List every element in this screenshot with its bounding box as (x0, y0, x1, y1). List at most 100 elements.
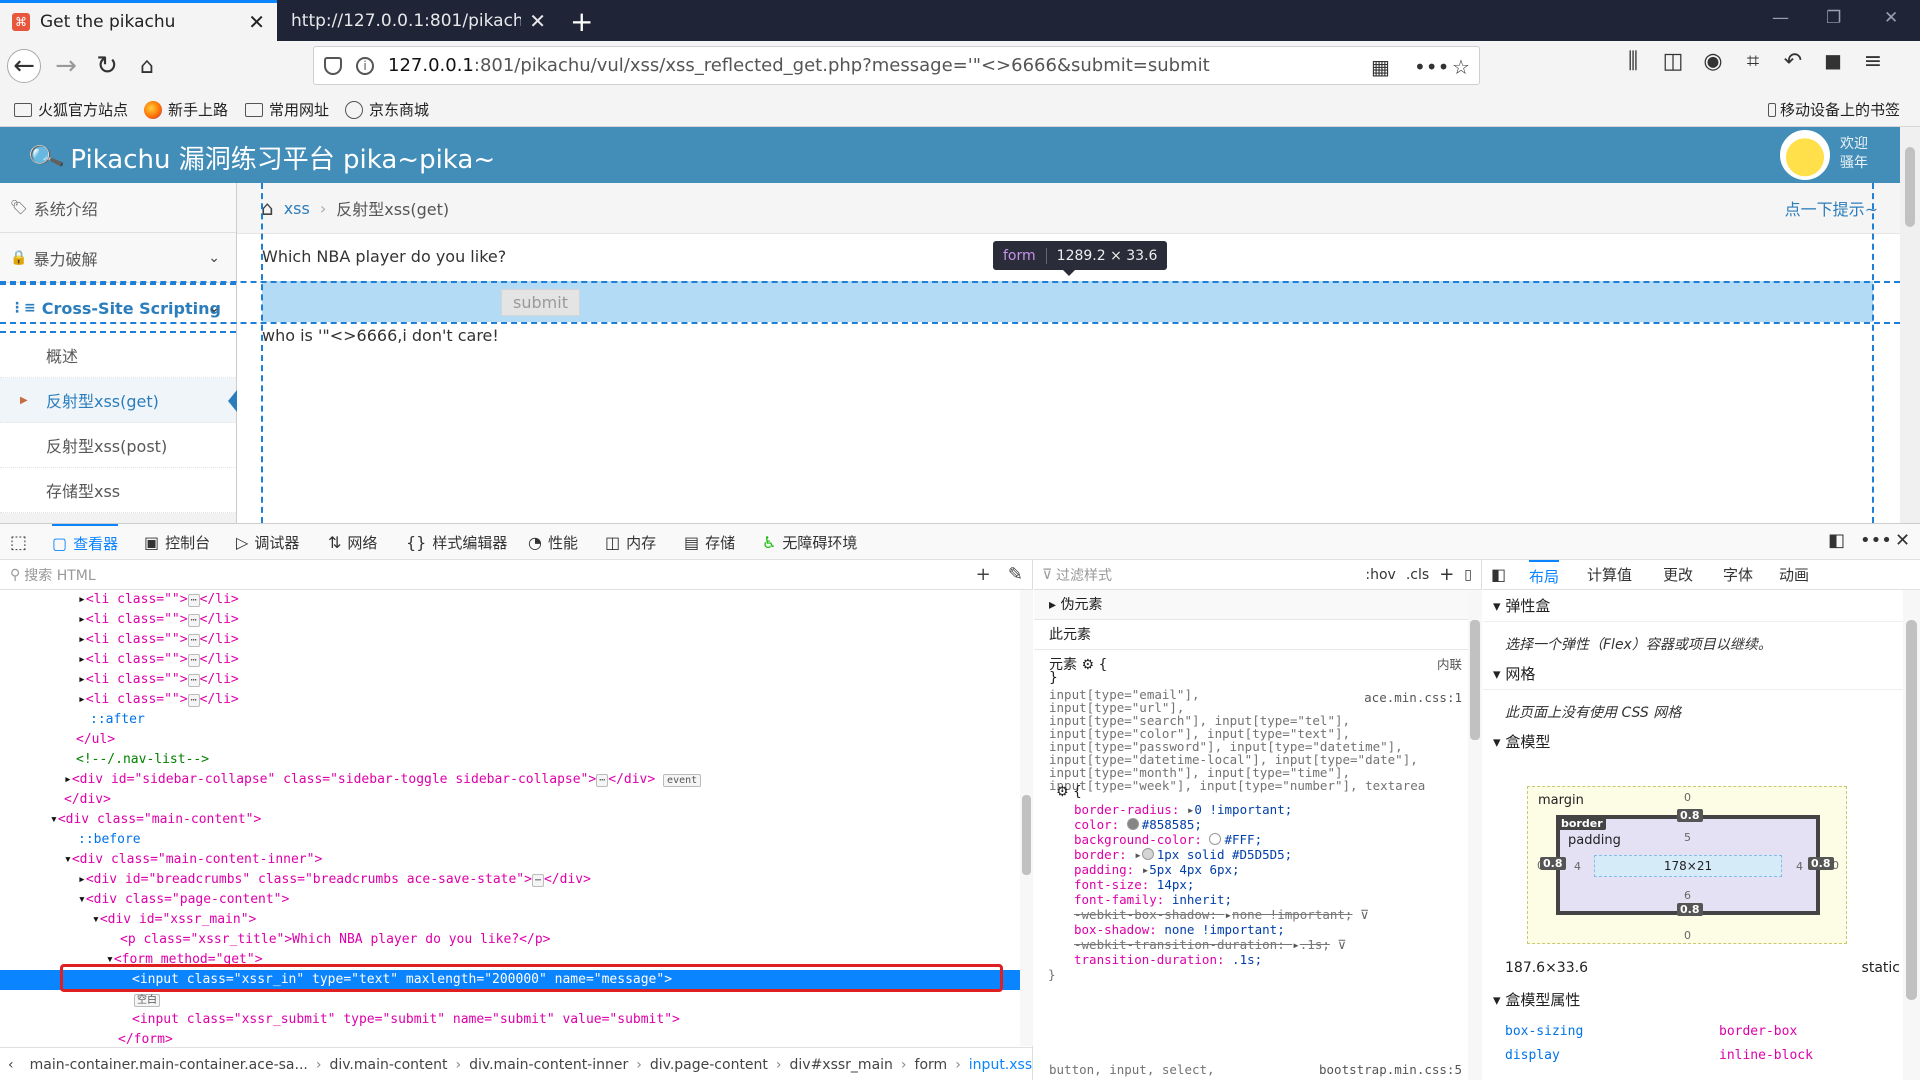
devtools-menu-icon[interactable]: ••• (1860, 530, 1892, 551)
css-declaration[interactable]: background-color: #FFF; (1074, 832, 1262, 847)
padding-top[interactable]: 5 (1684, 831, 1691, 844)
css-declaration[interactable]: font-size: 14px; (1074, 877, 1194, 892)
boxmodel-section[interactable]: ▾ 盒模型 (1483, 726, 1903, 758)
eyedropper-icon[interactable]: ✎ (1008, 564, 1023, 585)
tab-storage[interactable]: ▤ 存储 (684, 524, 735, 560)
scrollbar-thumb[interactable] (1906, 620, 1917, 1000)
page-actions-icon[interactable]: ••• (1414, 47, 1449, 86)
margin-top[interactable]: 0 (1684, 791, 1691, 804)
border-top[interactable]: 0.8 (1677, 809, 1703, 822)
boxmodel-props-section[interactable]: ▾ 盒模型属性 (1483, 984, 1903, 1016)
minimize-icon[interactable]: — (1772, 8, 1789, 28)
css-declaration[interactable]: -webkit-transition-duration: ▸.1s; ⊽ (1074, 937, 1347, 952)
tab-console[interactable]: ▣ 控制台 (144, 524, 210, 560)
sidebar-item-bruteforce[interactable]: 🔒 暴力破解 ⌄ (0, 233, 236, 283)
tree-node[interactable]: ▸<li class=""> ⋯ </li> (78, 650, 239, 670)
margin-bottom[interactable]: 0 (1684, 929, 1691, 942)
bookmark-item[interactable]: 京东商城 (345, 99, 429, 120)
css-value[interactable]: none !important; (1232, 907, 1352, 922)
tree-node[interactable]: <input class="xssr_submit" type="submit"… (132, 1010, 680, 1030)
sidebar-subitem-active[interactable]: ▶ 反射型xss(get) (0, 378, 237, 423)
css-property[interactable]: color: (1074, 817, 1127, 832)
tree-whitespace[interactable]: 空白 (134, 990, 160, 1010)
hint-link[interactable]: 点一下提示~ (1785, 196, 1878, 220)
sidebar-subitem[interactable]: 存储型xss (0, 468, 236, 513)
color-swatch-icon[interactable] (1209, 833, 1222, 845)
css-value[interactable]: 14px; (1157, 877, 1195, 892)
node-crumb[interactable]: div.main-content-inner (469, 1057, 628, 1073)
css-value[interactable]: #FFF; (1224, 832, 1262, 847)
tree-node[interactable]: ▾<div id="xssr_main"> (92, 910, 256, 930)
next-selector[interactable]: button, input, select, (1049, 1062, 1215, 1077)
padding-right[interactable]: 4 (1796, 860, 1803, 873)
filter-icon[interactable]: ⊽ (1352, 907, 1369, 922)
css-declaration[interactable]: color: #858585; (1074, 817, 1202, 832)
node-crumb[interactable]: main-container.main-container.ace-sa... (30, 1057, 308, 1073)
css-property[interactable]: padding: (1074, 862, 1142, 877)
tab-network[interactable]: ⇅ 网络 (328, 524, 377, 560)
tree-node[interactable]: ▸<div id="breadcrumbs" class="breadcrumb… (78, 870, 591, 890)
sidebar-item-intro[interactable]: 🏷 系统介绍 (0, 183, 236, 233)
submit-button[interactable]: submit (501, 289, 580, 316)
tab-debugger[interactable]: ▷ 调试器 (236, 524, 299, 560)
html-search-bar[interactable]: ⚲ 搜索 HTML + ✎ (0, 560, 1033, 590)
gear-icon[interactable]: ⚙ (1081, 657, 1094, 673)
css-declaration[interactable]: padding: ▸5px 4px 6px; (1074, 862, 1240, 877)
tree-node[interactable]: ▸<li class=""> ⋯ </li> (78, 670, 239, 690)
selector-block[interactable]: input[type="email"], input[type="url"], … (1049, 688, 1425, 792)
tab-layout[interactable]: 布局 (1529, 560, 1560, 590)
rules-filter-input[interactable]: 过滤样式 (1056, 565, 1112, 585)
expand-icon[interactable]: ▸ (1292, 937, 1300, 952)
css-declaration[interactable]: font-family: inherit; (1074, 892, 1232, 907)
element-picker-icon[interactable]: ⬚ (10, 524, 27, 560)
expand-icon[interactable]: ▸ (1225, 907, 1233, 922)
bookmark-star-icon[interactable]: ☆ (1452, 47, 1470, 86)
library-icon[interactable]: ⫼ (1620, 49, 1646, 74)
scrollbar-thumb[interactable] (1470, 620, 1480, 740)
site-info-icon[interactable]: i (356, 56, 374, 75)
url-bar[interactable]: i 127.0.0.1:801/pikachu/vul/xss/xss_refl… (313, 46, 1480, 85)
css-value[interactable]: none !important; (1164, 922, 1284, 937)
flexbox-section[interactable]: ▾ 弹性盒 (1483, 590, 1903, 622)
node-crumb[interactable]: div#xssr_main (790, 1057, 893, 1073)
css-value[interactable]: .1s; (1300, 937, 1330, 952)
qr-code-icon[interactable]: ▦ (1371, 47, 1390, 86)
node-crumb-selected[interactable]: input.xssr_in (969, 1057, 1033, 1073)
css-property[interactable]: border-radius: (1074, 802, 1187, 817)
tab-active[interactable]: ⌘ Get the pikachu ✕ (0, 0, 277, 41)
css-value[interactable]: #858585; (1142, 817, 1202, 832)
tree-node[interactable]: ▾<div class="main-content-inner"> (64, 850, 322, 870)
tab-inspector[interactable]: ▢ 查看器 (52, 524, 119, 560)
layout-scrollbar[interactable] (1903, 590, 1920, 1080)
gear-icon[interactable]: ⚙ (1056, 784, 1069, 800)
extension-icon[interactable]: ◼ (1820, 49, 1846, 74)
dock-icon[interactable]: ◧ (1828, 530, 1845, 551)
mobile-bookmarks[interactable]: 移动设备上的书签 (1768, 99, 1900, 120)
css-property[interactable]: border: (1074, 847, 1134, 862)
css-value[interactable]: 0 !important; (1194, 802, 1292, 817)
tree-pseudo[interactable]: ::before (78, 830, 141, 850)
css-property[interactable]: box-shadow: (1074, 922, 1164, 937)
color-swatch-icon[interactable] (1126, 818, 1139, 830)
tree-node[interactable]: ▸<li class=""> ⋯ </li> (78, 590, 239, 610)
bookmark-item[interactable]: 常用网址 (245, 99, 329, 120)
css-declaration[interactable]: border: ▸ 1px solid #D5D5D5; (1074, 847, 1292, 862)
sidebar-subitem[interactable]: 反射型xss(post) (0, 423, 236, 468)
back-button[interactable]: ← (7, 49, 41, 83)
bookmark-item[interactable]: 新手上路 (144, 99, 228, 120)
tree-comment[interactable]: <!--/.nav-list--> (76, 750, 209, 770)
rules-scrollbar[interactable] (1468, 590, 1482, 1080)
sidebar-icon[interactable]: ◫ (1660, 49, 1686, 74)
tab-fonts[interactable]: 字体 (1723, 560, 1753, 590)
tab-animations[interactable]: 动画 (1779, 560, 1809, 590)
css-property[interactable]: -webkit-transition-duration: (1074, 937, 1292, 952)
node-crumb[interactable]: div.page-content (650, 1057, 768, 1073)
css-declaration[interactable]: transition-duration: .1s; (1074, 952, 1262, 967)
tab-style-editor[interactable]: {} 样式编辑器 (406, 524, 507, 560)
breadcrumb-arrow-left-icon[interactable]: ‹ (8, 1057, 14, 1073)
html-scrollbar[interactable] (1020, 590, 1033, 1046)
border-right[interactable]: 0.8 (1808, 857, 1834, 870)
tree-node[interactable]: ▸<li class=""> ⋯ </li> (78, 630, 239, 650)
url-text[interactable]: 127.0.0.1:801/pikachu/vul/xss/xss_reflec… (388, 55, 1210, 76)
css-value[interactable]: .1s; (1232, 952, 1262, 967)
